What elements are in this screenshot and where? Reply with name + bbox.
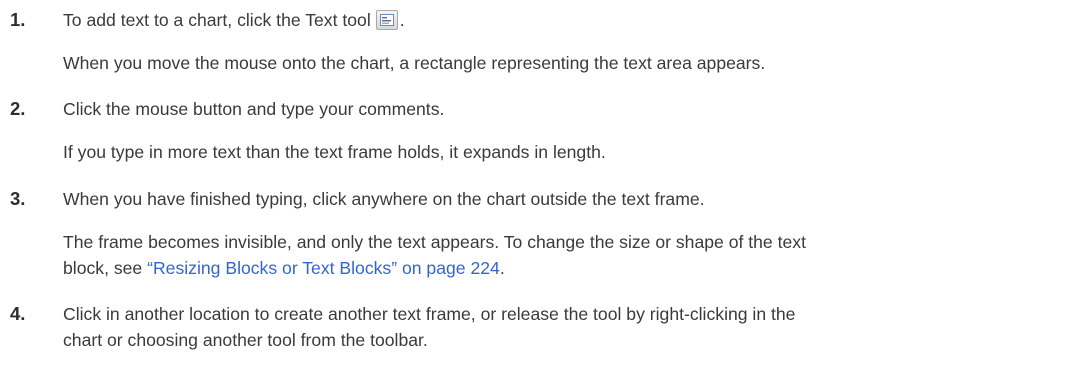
step-1-instruction-text: To add text to a chart, click the Text t…	[63, 10, 371, 30]
step-3-note-prefix: block, see	[63, 258, 148, 278]
step-2-note: If you type in more text than the text f…	[63, 142, 606, 162]
step-1-number: 1.	[10, 9, 26, 30]
step-3-note-suffix: .	[499, 258, 505, 278]
step-1-instruction: To add text to a chart, click the Text t…	[63, 8, 405, 32]
text-tool-icon	[375, 10, 398, 30]
step-2-instruction: Click the mouse button and type your com…	[63, 99, 445, 119]
step-2-number: 2.	[10, 98, 26, 119]
step-3-number: 3.	[10, 188, 26, 209]
step-3-instruction: When you have finished typing, click any…	[63, 189, 705, 209]
instruction-page: 1. To add text to a chart, click the Tex…	[0, 0, 1076, 379]
step-3-note-line-1: The frame becomes invisible, and only th…	[63, 232, 806, 252]
step-1-instruction-end: .	[399, 10, 405, 30]
step-4-instruction-line-2: chart or choosing another tool from the …	[63, 330, 428, 350]
step-4-instruction-line-1: Click in another location to create anot…	[63, 304, 796, 324]
step-3-note-line-2: block, see “Resizing Blocks or Text Bloc…	[63, 256, 505, 280]
step-1-note: When you move the mouse onto the chart, …	[63, 53, 766, 73]
step-4-number: 4.	[10, 303, 26, 324]
resizing-blocks-link[interactable]: “Resizing Blocks or Text Blocks” on page…	[147, 258, 500, 278]
